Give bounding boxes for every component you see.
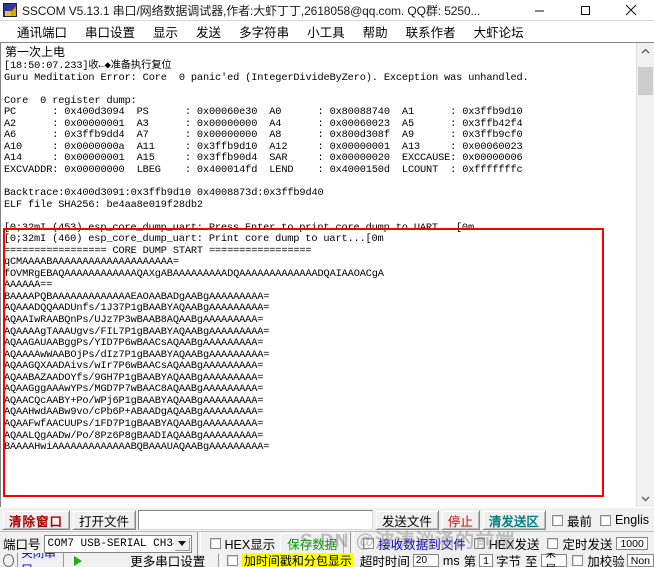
receive-scrollbar[interactable]	[636, 43, 654, 507]
topmost-label: 最前	[567, 511, 592, 530]
english-label: Englis	[615, 513, 649, 527]
clear-window-button[interactable]: 清除窗口	[2, 510, 70, 530]
port-select-value: COM7 USB-SERIAL CH340	[48, 538, 187, 550]
hex-display-checkbox-wrap[interactable]: HEX显示	[206, 534, 280, 553]
stop-button[interactable]: 停止	[441, 510, 480, 530]
timed-send-checkbox-wrap[interactable]: 定时发送	[543, 534, 616, 553]
menu-item-multi-string[interactable]: 多字符串	[230, 20, 298, 43]
scroll-down-icon[interactable]	[637, 490, 654, 507]
hex-send-checkbox[interactable]	[474, 538, 485, 549]
port-select[interactable]: COM7 USB-SERIAL CH340	[44, 535, 192, 553]
timed-send-label: 定时发送	[562, 534, 612, 553]
byte-label: 字节	[496, 553, 521, 567]
hex-send-label: HEX发送	[489, 534, 540, 553]
settings-divider-3	[218, 554, 222, 567]
at-label: 至	[525, 553, 538, 567]
more-port-settings-label[interactable]: 更多串口设置	[130, 553, 205, 567]
topmost-checkbox[interactable]	[552, 515, 563, 526]
port-settings-row: 端口号 COM7 USB-SERIAL CH340 HEX显示 保存数据 接收数…	[0, 532, 654, 553]
clear-send-area-button[interactable]: 清发送区	[482, 510, 546, 530]
send-input[interactable]	[138, 510, 373, 530]
open-port-button[interactable]: 关闭串口	[17, 553, 64, 567]
receive-log-text: [18:50:07.233]收←◆准备执行复位 Guru Meditation …	[4, 61, 636, 200]
recv-to-file-checkbox-wrap[interactable]: 接收数据到文件	[359, 534, 470, 553]
chevron-down-icon[interactable]	[174, 537, 190, 551]
hex-display-checkbox[interactable]	[210, 538, 221, 549]
menu-item-forum[interactable]: 大虾论坛	[465, 20, 533, 43]
bottom-settings-panel: 端口号 COM7 USB-SERIAL CH340 HEX显示 保存数据 接收数…	[0, 531, 654, 567]
recv-to-file-checkbox[interactable]	[363, 538, 374, 549]
app-icon	[3, 3, 17, 17]
receive-text-area[interactable]: 第一次上电 [18:50:07.233]收←◆准备执行复位 Guru Medit…	[1, 43, 636, 507]
menu-item-help[interactable]: 帮助	[354, 20, 397, 43]
menu-item-display[interactable]: 显示	[144, 20, 187, 43]
minimize-button[interactable]	[516, 0, 562, 21]
ms-label: ms	[443, 554, 460, 567]
window-controls	[516, 0, 654, 21]
menu-bar: 通讯端口 串口设置 显示 发送 多字符串 小工具 帮助 联系作者 大虾论坛	[0, 21, 654, 42]
menu-item-send[interactable]: 发送	[187, 20, 230, 43]
timed-send-input[interactable]: 1000	[616, 537, 647, 550]
hex-send-checkbox-wrap[interactable]: HEX发送	[470, 534, 544, 553]
timestamp-label: 加时间戳和分包显示	[242, 553, 354, 567]
receive-area: 第一次上电 [18:50:07.233]收←◆准备执行复位 Guru Medit…	[0, 42, 654, 507]
scrollbar-thumb[interactable]	[638, 67, 653, 95]
recv-to-file-label: 接收数据到文件	[378, 534, 466, 553]
core-dump-text: ELF file SHA256: be4aa8e019f28db2 [0;32…	[4, 200, 636, 454]
timed-send-checkbox[interactable]	[547, 538, 558, 549]
close-button[interactable]	[608, 0, 654, 21]
split-time-label: 超时时间	[360, 553, 410, 567]
scroll-up-icon[interactable]	[637, 43, 654, 60]
menu-item-contact[interactable]: 联系作者	[397, 20, 465, 43]
advanced-settings-row: 关闭串口 更多串口设置 加时间戳和分包显示 超时时间 20 ms 第 1 字节 …	[0, 553, 654, 567]
title-bar: SSCOM V5.13.1 串口/网络数据调试器,作者:大虾丁丁,2618058…	[0, 0, 654, 21]
menu-item-tools[interactable]: 小工具	[298, 20, 354, 43]
receive-first-line: 第一次上电	[4, 45, 636, 60]
nth-label: 第	[464, 553, 477, 567]
menu-item-comm-port[interactable]: 通讯端口	[8, 20, 76, 43]
send-file-button[interactable]: 发送文件	[375, 510, 439, 530]
english-checkbox[interactable]	[600, 515, 611, 526]
maximize-button[interactable]	[562, 0, 608, 21]
topmost-checkbox-wrap[interactable]: 最前	[548, 510, 596, 530]
port-label: 端口号	[3, 534, 41, 553]
menu-item-port-settings[interactable]: 串口设置	[76, 20, 144, 43]
open-file-button[interactable]: 打开文件	[72, 510, 136, 530]
english-checkbox-wrap[interactable]: Englis	[596, 510, 653, 530]
hex-display-label: HEX显示	[225, 534, 276, 553]
save-data-button[interactable]: 保存数据	[279, 532, 345, 555]
checksum-label: 加校验	[587, 553, 625, 567]
window-title: SSCOM V5.13.1 串口/网络数据调试器,作者:大虾丁丁,2618058…	[22, 2, 516, 19]
send-toolbar: 清除窗口 打开文件 发送文件 停止 清发送区 最前 Englis	[0, 507, 654, 531]
